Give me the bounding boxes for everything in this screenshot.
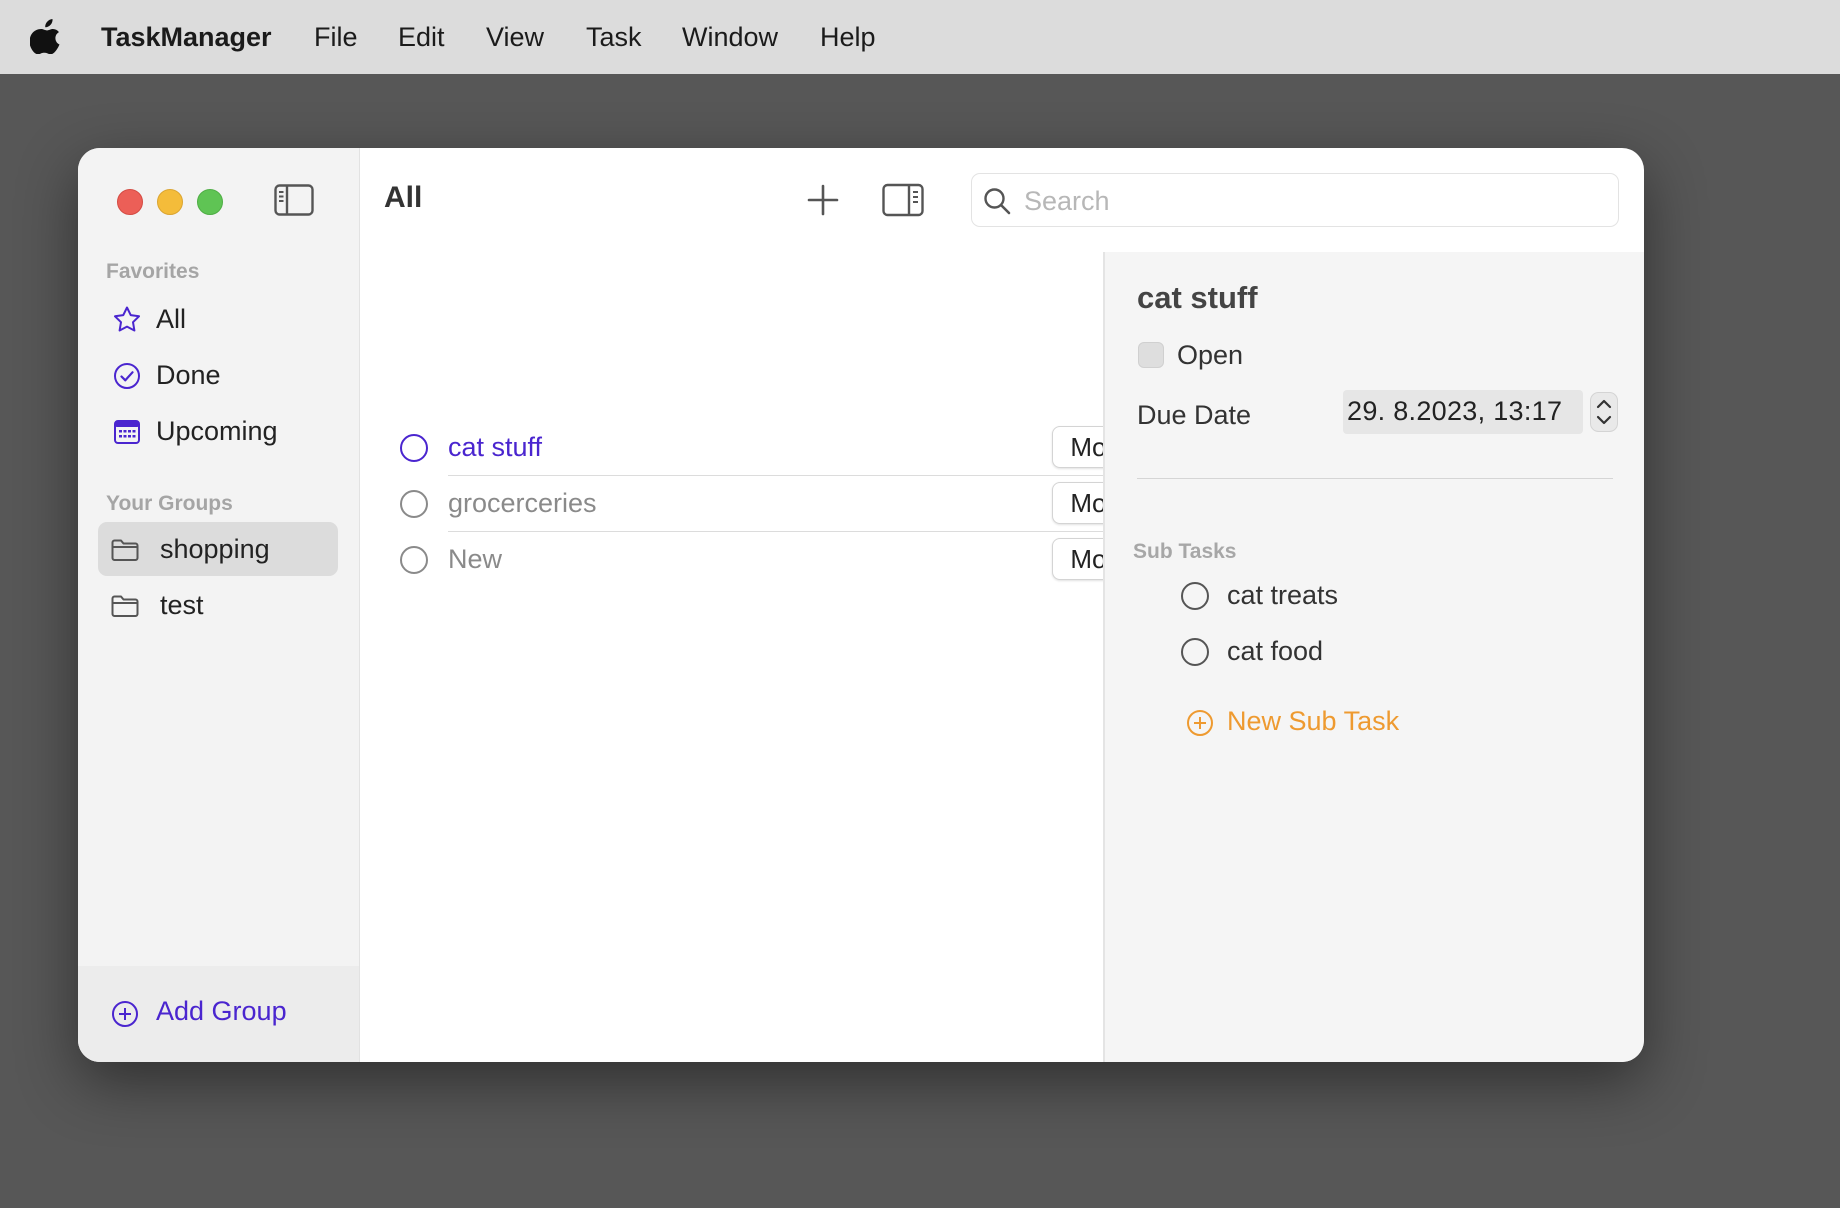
search-input[interactable]: [1022, 182, 1606, 220]
sidebar-item-shopping[interactable]: shopping: [98, 522, 338, 576]
sidebar-item-label: All: [156, 304, 187, 334]
sidebar-item-test[interactable]: test: [98, 578, 338, 632]
sidebar-item-label: Done: [156, 360, 221, 390]
minimize-window-button[interactable]: [157, 189, 183, 215]
sidebar-item-label: shopping: [160, 534, 270, 564]
task-row-new[interactable]: New More: [388, 532, 1148, 588]
checkmark-circle-icon: [114, 363, 140, 389]
date-stepper-icon[interactable]: [1590, 392, 1618, 432]
task-name: grocerceries: [448, 488, 597, 518]
add-group-label: Add Group: [156, 996, 287, 1026]
due-date-value: 29. 8.2023, 13:17: [1347, 396, 1563, 426]
menu-view[interactable]: View: [486, 20, 544, 54]
detail-divider: [1137, 478, 1613, 479]
star-icon: [114, 306, 140, 332]
sidebar-item-all[interactable]: All: [98, 292, 338, 346]
menu-file[interactable]: File: [314, 20, 358, 54]
menu-app-name[interactable]: TaskManager: [101, 20, 272, 54]
your-groups-section-label: Your Groups: [106, 492, 233, 515]
task-complete-toggle[interactable]: [400, 434, 428, 462]
detail-title: cat stuff: [1137, 280, 1258, 315]
subtask-name: cat food: [1227, 636, 1324, 666]
folder-icon: [111, 539, 139, 561]
menu-bar: TaskManager File Edit View Task Window H…: [0, 0, 1840, 74]
due-date-field[interactable]: 29. 8.2023, 13:17: [1343, 390, 1583, 434]
plus-circle-icon: [1187, 710, 1213, 736]
task-row-cat-stuff[interactable]: cat stuff More: [388, 420, 1148, 476]
new-subtask-label: New Sub Task: [1227, 706, 1400, 736]
close-window-button[interactable]: [117, 189, 143, 215]
open-status-label: Open: [1177, 340, 1244, 370]
menu-task[interactable]: Task: [586, 20, 642, 54]
calendar-icon: [114, 420, 140, 444]
subtask-complete-toggle[interactable]: [1181, 638, 1209, 666]
page-title: All: [384, 181, 423, 214]
sidebar-item-label: test: [160, 590, 204, 620]
task-complete-toggle[interactable]: [400, 546, 428, 574]
task-name: New: [448, 544, 503, 574]
subtask-complete-toggle[interactable]: [1181, 582, 1209, 610]
app-window: Favorites All Done Upcoming Your Groups …: [78, 148, 1644, 1062]
open-status-checkbox[interactable]: [1138, 342, 1164, 368]
sidebar: Favorites All Done Upcoming Your Groups …: [78, 148, 360, 1062]
zoom-window-button[interactable]: [197, 189, 223, 215]
task-detail-pane: cat stuff Open Due Date 29. 8.2023, 13:1…: [1103, 252, 1644, 1062]
task-name: cat stuff: [448, 432, 543, 462]
sidebar-item-upcoming[interactable]: Upcoming: [98, 404, 338, 458]
menu-help[interactable]: Help: [820, 20, 876, 54]
subtask-name: cat treats: [1227, 580, 1339, 610]
apple-logo-icon[interactable]: [30, 18, 62, 54]
search-field[interactable]: [971, 173, 1619, 227]
inspector-toggle-icon[interactable]: [882, 183, 924, 217]
search-icon: [984, 188, 1011, 215]
sidebar-item-label: Upcoming: [156, 416, 278, 446]
sidebar-toggle-icon[interactable]: [274, 184, 314, 216]
folder-icon: [111, 595, 139, 617]
favorites-section-label: Favorites: [106, 260, 200, 283]
menu-edit[interactable]: Edit: [398, 20, 445, 54]
due-date-label: Due Date: [1137, 400, 1252, 430]
subtasks-section-label: Sub Tasks: [1133, 540, 1237, 563]
menu-window[interactable]: Window: [682, 20, 778, 54]
task-row-grocerceries[interactable]: grocerceries More: [388, 476, 1148, 532]
sidebar-item-done[interactable]: Done: [98, 348, 338, 402]
plus-circle-icon: [112, 1001, 138, 1027]
add-task-icon[interactable]: [806, 183, 840, 217]
task-complete-toggle[interactable]: [400, 490, 428, 518]
